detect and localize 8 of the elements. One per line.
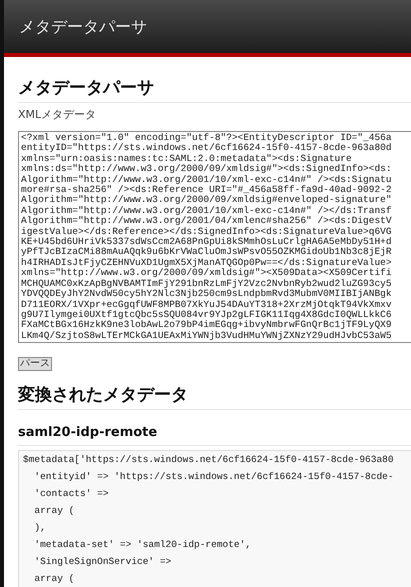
subsection-heading: saml20-idp-remote (18, 424, 158, 442)
parse-button[interactable]: パース (18, 357, 52, 372)
section-heading: 変換されたメタデータ (18, 384, 189, 406)
xml-input-field[interactable]: <?xml version="1.0" encoding="utf-8"?><EntityDescriptor ID="_456a entityID="https://sts.windows.net/6cf16624-15f0-4157-8cde-963a80d xmlns="urn:oasis:names:tc:SAML:2.0:metadata"><ds:Signature xmlns:ds="http://www.w3.org/2000/09/xmldsig#"><ds:SignedInfo><ds: Algorithm="http://www.w3.org/2001/10/xml-exc-c14n#" /><ds:Signatu more#rsa-sha256" /><ds:Reference URI="#_456a58ff-fa9d-40ad-9092-2 Algorithm="http://www.w3.org/2000/09/xmldsig#enveloped-signature" Algorithm="http://www.w3.org/2001/10/xml-exc-c14n#" /></ds:Transf Algorithm="http://www.w3.org/2001/04/xmlenc#sha256" /><ds:DigestV igestValue></ds:Reference></ds:SignedInfo><ds:SignatureValue>q6VG KE+U45bd6UHriVk5337sdWsCcm2A68PnGpUi8kSMmhOsLuCrlgHA6A5eMbDy51H+d yPfTJcBIzaCMi88mAuAQqk9u6bKrVWaCluOmJsWPsvO55OZKMGidoUb1Nb3c8jEjR h4IRHADIsJtFjyCZEHNVuXD1UgmX5XjManATQGOp0Pw==</ds:SignatureValue> xmlns="http://www.w3.org/2000/09/xmldsig#"><X509Data><X509Certifi MCHQUAMC0xKzApBgNVBAMTImFjY291bnRzLmFjY2Vzc2NvbnRyb2wud2luZG93cy5 YDVQQDEyJhY2NvdW50cy5hY2Nlc3Njb250cm9sLndpbmRvd3MubmV0MIIBIjANBgk D711EORX/1VXpr+ecGgqfUWF8MPB07XkYuJ54DAuYT318+2XrzMjOtqkT94VkXmxv g9U7Ilymgei0UXtf1gtcQbc5sSQU084vr9YJp2gLFIGK11Iqg4X8GdcI0QWLLkkC6 FXaMCtBGx16HzkK9ne3lobAwL2o79bP4imEGqg+ibvyNmbrwFGnQrBc1jTF9LyQX9 LKm4Q/SzjtoS8wLTErMCkGA1UEAxMiYWNjb3VudHMuYWNjZXNzY29udHJvbC53aW5 (18, 131, 411, 344)
page-heading: メタデータパーサ (18, 77, 155, 99)
site-title: メタデータパーサ (19, 16, 147, 38)
field-label: XMLメタデータ (18, 108, 98, 122)
code-block: $metadata['https://sts.windows.net/6cf16624-15f0-4157-8cde-963a80 'entityid' => 'https://sts.windows.net/6cf16624-15f0-4157-8cde- 'contacts' => array ( ), 'metadata-set' => 'saml20-idp-remote', 'SingleSignOnService' => array ( (18, 450, 411, 587)
